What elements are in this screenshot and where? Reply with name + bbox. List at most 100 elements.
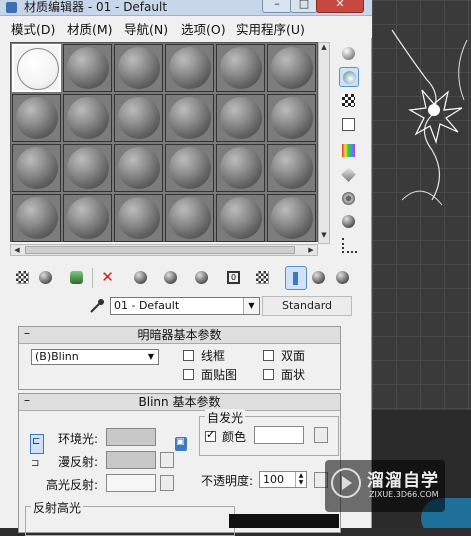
sample-slot[interactable] bbox=[216, 94, 265, 142]
menu-material[interactable]: 材质(M) bbox=[67, 19, 113, 38]
minimize-button[interactable]: – bbox=[262, 0, 292, 13]
video-color-check-button[interactable] bbox=[339, 141, 359, 161]
sample-slot[interactable] bbox=[114, 194, 163, 242]
menu-mode[interactable]: 模式(D) bbox=[11, 19, 55, 38]
sample-slot[interactable] bbox=[165, 94, 214, 142]
material-map-navigator-button[interactable] bbox=[339, 235, 359, 255]
sample-type-button[interactable] bbox=[339, 44, 359, 64]
sample-slot[interactable] bbox=[63, 44, 112, 92]
rollout-header[interactable]: – Blinn 基本参数 bbox=[19, 393, 340, 411]
menu-utilities[interactable]: 实用程序(U) bbox=[236, 19, 305, 38]
background-button[interactable] bbox=[339, 91, 359, 111]
material-name-field[interactable]: 01 - Default ▼ bbox=[110, 297, 260, 315]
sample-slot[interactable] bbox=[12, 194, 61, 242]
specular-label: 高光反射: bbox=[46, 478, 99, 492]
sample-slot[interactable] bbox=[63, 94, 112, 142]
show-end-result-button[interactable] bbox=[285, 266, 307, 290]
sample-slot[interactable] bbox=[12, 94, 61, 142]
sample-slot[interactable] bbox=[216, 44, 265, 92]
sample-slot[interactable] bbox=[165, 44, 214, 92]
go-forward-button[interactable] bbox=[332, 266, 354, 290]
self-illum-color-swatch[interactable] bbox=[254, 426, 304, 444]
watermark: 溜溜自学 ZIXUE.3D66.COM bbox=[325, 460, 445, 512]
material-sphere-icon bbox=[169, 147, 211, 189]
sample-slot[interactable] bbox=[216, 194, 265, 242]
show-map-button[interactable] bbox=[252, 266, 274, 290]
lock-ambient-map-button[interactable]: ▣ bbox=[175, 437, 187, 451]
material-sphere-icon bbox=[220, 97, 262, 139]
two-sided-checkbox[interactable] bbox=[263, 350, 274, 361]
link-icon: ⊐ bbox=[31, 458, 40, 469]
face-map-checkbox[interactable] bbox=[183, 369, 194, 380]
go-to-parent-button[interactable] bbox=[308, 266, 330, 290]
toolbar-separator bbox=[92, 268, 93, 288]
copy-material-button[interactable] bbox=[130, 266, 152, 290]
material-map-navigator-icon bbox=[342, 238, 357, 253]
sample-slot[interactable] bbox=[114, 144, 163, 192]
options-icon bbox=[342, 192, 355, 205]
opacity-spinner[interactable]: 100 ▲ ▼ bbox=[259, 471, 307, 488]
sample-slot[interactable] bbox=[12, 44, 61, 92]
diffuse-map-button[interactable] bbox=[160, 452, 174, 468]
sample-slot[interactable] bbox=[216, 144, 265, 192]
sample-slot[interactable] bbox=[267, 44, 316, 92]
play-logo-icon bbox=[331, 468, 361, 498]
sample-slot[interactable] bbox=[267, 94, 316, 142]
specular-map-button[interactable] bbox=[160, 475, 174, 491]
scroll-down-icon[interactable]: ▼ bbox=[319, 231, 329, 243]
sample-slot[interactable] bbox=[63, 144, 112, 192]
link-icon: ⊏ bbox=[32, 436, 41, 447]
put-to-scene-button[interactable] bbox=[35, 266, 57, 290]
spinner-arrows-icon[interactable]: ▲ ▼ bbox=[295, 472, 306, 487]
faceted-checkbox[interactable] bbox=[263, 369, 274, 380]
get-material-button[interactable] bbox=[12, 266, 34, 290]
diffuse-color-swatch[interactable] bbox=[106, 451, 156, 469]
rollout-header[interactable]: – 明暗器基本参数 bbox=[19, 326, 340, 344]
scroll-left-icon[interactable]: ◀ bbox=[11, 245, 23, 255]
shader-type-dropdown[interactable]: (B)Blinn ▼ bbox=[31, 349, 159, 365]
copy-material-icon bbox=[134, 271, 147, 284]
sample-slot[interactable] bbox=[114, 44, 163, 92]
horizontal-scrollbar[interactable]: ◀ ▶ bbox=[10, 244, 318, 256]
scroll-thumb[interactable] bbox=[25, 246, 295, 254]
app-icon bbox=[6, 2, 17, 13]
self-illum-map-button[interactable] bbox=[314, 427, 328, 443]
tiling-button[interactable] bbox=[339, 115, 359, 135]
make-preview-button[interactable] bbox=[339, 165, 359, 185]
specular-color-swatch[interactable] bbox=[106, 474, 156, 492]
put-to-library-button[interactable] bbox=[191, 266, 213, 290]
wire-checkbox[interactable] bbox=[183, 350, 194, 361]
assign-to-selection-button[interactable] bbox=[66, 266, 88, 290]
chevron-down-icon[interactable]: ▼ bbox=[243, 298, 259, 314]
menu-navigation[interactable]: 导航(N) bbox=[124, 19, 168, 38]
vertical-scrollbar[interactable]: ▲ ▼ bbox=[318, 42, 330, 244]
sample-slot[interactable] bbox=[165, 194, 214, 242]
options-button[interactable] bbox=[339, 189, 359, 209]
select-by-material-button[interactable] bbox=[339, 212, 359, 232]
sample-slot[interactable] bbox=[63, 194, 112, 242]
sample-slot[interactable] bbox=[267, 144, 316, 192]
sample-slot[interactable] bbox=[165, 144, 214, 192]
lock-diffuse-specular-button[interactable]: ⊐ bbox=[30, 457, 42, 475]
maximize-button[interactable]: □ bbox=[290, 0, 318, 13]
close-button[interactable]: ✕ bbox=[316, 0, 364, 13]
assign-to-selection-icon bbox=[70, 271, 83, 284]
lock-ambient-diffuse-button[interactable]: ⊏ bbox=[30, 434, 44, 454]
reset-button[interactable]: ✕ bbox=[97, 266, 119, 290]
material-sphere-icon bbox=[67, 147, 109, 189]
self-illum-color-checkbox[interactable] bbox=[205, 428, 216, 442]
ambient-color-swatch[interactable] bbox=[106, 428, 156, 446]
viewport[interactable] bbox=[372, 0, 471, 528]
make-unique-button[interactable] bbox=[160, 266, 182, 290]
scroll-up-icon[interactable]: ▲ bbox=[319, 43, 329, 55]
sample-slot[interactable] bbox=[114, 94, 163, 142]
sample-slot[interactable] bbox=[267, 194, 316, 242]
pick-material-button[interactable] bbox=[88, 297, 106, 315]
material-id-button[interactable]: 0 bbox=[223, 266, 245, 290]
scroll-right-icon[interactable]: ▶ bbox=[305, 245, 317, 255]
show-end-result-icon bbox=[293, 272, 298, 285]
backlight-button[interactable] bbox=[339, 67, 359, 87]
menu-options[interactable]: 选项(O) bbox=[181, 19, 226, 38]
sample-slot[interactable] bbox=[12, 144, 61, 192]
material-type-button[interactable]: Standard bbox=[262, 296, 352, 316]
